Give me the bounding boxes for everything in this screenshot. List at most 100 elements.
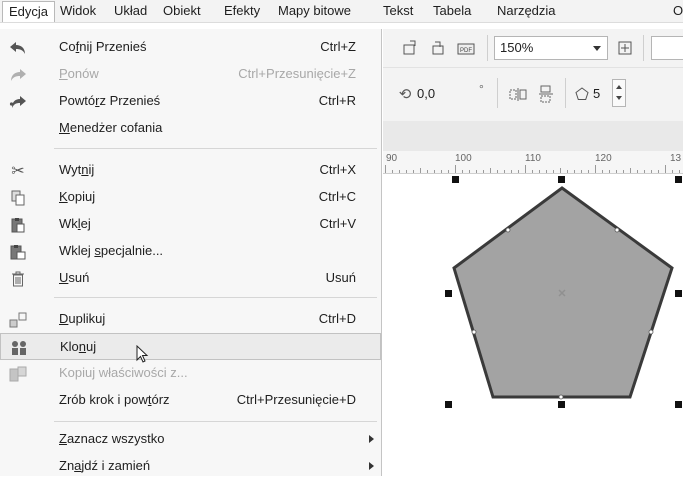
menu-item-shortcut: Ctrl+Przesunięcie+D xyxy=(236,392,356,407)
toolbar-separator xyxy=(497,78,498,108)
pdf-icon[interactable]: PDF xyxy=(457,39,475,57)
ruler-tick xyxy=(392,170,393,173)
menu-tabela[interactable]: Tabela xyxy=(433,3,471,19)
ruler-label: 100 xyxy=(455,153,472,164)
ruler-tick xyxy=(609,170,610,173)
selection-handle-sw[interactable] xyxy=(445,401,452,408)
ruler-label: 120 xyxy=(595,153,612,164)
polygon-sides-value[interactable]: 5 xyxy=(593,86,600,101)
horizontal-ruler: 90 100 110 120 13 xyxy=(383,151,683,174)
menu-item-label: Powtórz Przenieś xyxy=(59,93,161,108)
menu-tekst[interactable]: Tekst xyxy=(383,3,413,19)
menu-widok[interactable]: Widok xyxy=(60,3,96,19)
menu-item-label: Kopiuj xyxy=(59,189,96,204)
ruler-tick xyxy=(476,170,477,173)
ruler-tick xyxy=(616,170,617,173)
menu-item-paste[interactable]: Wklej Ctrl+V xyxy=(0,211,381,238)
rotation-value[interactable]: 0,0 xyxy=(417,86,435,101)
sides-spinner[interactable] xyxy=(612,79,626,107)
menu-item-select-all[interactable]: Zaznacz wszystko xyxy=(0,426,381,453)
repeat-icon xyxy=(8,93,28,111)
degree-symbol: ° xyxy=(479,82,484,96)
menu-item-repeat[interactable]: Powtórz Przenieś Ctrl+R xyxy=(0,88,381,115)
ruler-tick xyxy=(490,168,491,173)
ruler-tick xyxy=(448,170,449,173)
tab-bar xyxy=(383,121,683,151)
ruler-tick xyxy=(469,170,470,173)
menu-separator xyxy=(54,148,377,149)
menu-item-label: Kopiuj właściwości z... xyxy=(59,365,188,380)
menu-item-shortcut: Usuń xyxy=(325,270,356,285)
menu-item-clone[interactable]: Klonuj xyxy=(0,333,381,363)
submenu-arrow-icon xyxy=(369,435,374,443)
ruler-tick xyxy=(525,165,526,173)
ruler-tick xyxy=(462,170,463,173)
menu-overflow[interactable]: O xyxy=(673,3,683,19)
menu-item-shortcut: Ctrl+R xyxy=(318,93,356,108)
menu-item-redo[interactable]: Ponów Ctrl+Przesunięcie+Z xyxy=(0,61,381,88)
menu-item-label: Wytnij xyxy=(59,162,95,177)
fullscreen-preview-icon[interactable] xyxy=(616,39,634,57)
menu-item-undo-manager[interactable]: Menedżer cofania xyxy=(0,115,381,142)
selection-handle-ne[interactable] xyxy=(675,176,682,183)
paste-special-icon xyxy=(8,243,28,261)
ruler-tick xyxy=(427,170,428,173)
ruler-tick xyxy=(637,170,638,173)
ruler-tick xyxy=(602,170,603,173)
export-icon[interactable] xyxy=(429,39,447,57)
selection-handle-se[interactable] xyxy=(675,401,682,408)
property-bar: ⟲ 0,0 ° 5 xyxy=(383,67,683,122)
menu-item-duplicate[interactable]: Duplikuj Ctrl+D xyxy=(0,306,381,333)
menu-item-label: Zrób krok i powtórz xyxy=(59,392,170,407)
ruler-tick xyxy=(553,170,554,173)
menu-item-step-and-repeat[interactable]: Zrób krok i powtórz Ctrl+Przesunięcie+D xyxy=(0,387,381,414)
menu-item-copy-properties[interactable]: Kopiuj właściwości z... xyxy=(0,360,381,387)
ruler-tick xyxy=(441,170,442,173)
menu-separator xyxy=(54,297,377,298)
menu-item-cut[interactable]: ✂ Wytnij Ctrl+X xyxy=(0,157,381,184)
menu-item-delete[interactable]: Usuń Usuń xyxy=(0,265,381,292)
menu-item-label: Wklej specjalnie... xyxy=(59,243,164,258)
menu-narzedzia[interactable]: Narzędzia xyxy=(497,3,556,19)
ruler-tick xyxy=(665,165,666,173)
menu-item-label: Usuń xyxy=(59,270,90,285)
menu-item-shortcut: Ctrl+X xyxy=(319,162,356,177)
menu-edycja[interactable]: Edycja xyxy=(2,1,56,22)
toolbar-separator xyxy=(565,78,566,108)
selection-handle-s[interactable] xyxy=(558,401,565,408)
zoom-dropdown[interactable]: 150% xyxy=(494,36,608,60)
menu-item-undo[interactable]: Cofnij Przenieś Ctrl+Z xyxy=(0,34,381,61)
clone-icon xyxy=(9,339,29,357)
ruler-label: 110 xyxy=(525,153,541,164)
menu-item-paste-special[interactable]: Wklej specjalnie... xyxy=(0,238,381,265)
snap-dropdown[interactable] xyxy=(651,36,683,60)
ruler-tick xyxy=(406,170,407,173)
import-icon[interactable] xyxy=(401,39,419,57)
mirror-vertical-icon[interactable] xyxy=(537,85,555,103)
drawing-canvas[interactable] xyxy=(383,174,683,476)
ruler-label: 90 xyxy=(386,153,398,164)
ruler-tick xyxy=(532,170,533,173)
scissors-icon: ✂ xyxy=(11,163,25,180)
menu-mapy-bitowe[interactable]: Mapy bitowe xyxy=(278,3,351,19)
menu-uklad[interactable]: Układ xyxy=(114,3,147,19)
mirror-horizontal-icon[interactable] xyxy=(509,85,527,103)
copy-icon xyxy=(8,189,28,207)
menu-item-label: Menedżer cofania xyxy=(59,120,163,135)
ruler-tick xyxy=(511,170,512,173)
zoom-value: 150% xyxy=(500,40,534,55)
menu-obiekt[interactable]: Obiekt xyxy=(163,3,201,19)
selection-handle-nw[interactable] xyxy=(452,176,459,183)
ruler-tick xyxy=(420,168,421,173)
selection-handle-w[interactable] xyxy=(445,290,452,297)
paste-icon xyxy=(8,216,28,234)
selection-handle-n[interactable] xyxy=(558,176,565,183)
ruler-tick xyxy=(413,170,414,173)
edit-dropdown-menu: Cofnij Przenieś Ctrl+Z Ponów Ctrl+Przesu… xyxy=(0,29,382,476)
ruler-tick xyxy=(455,165,456,173)
menu-item-copy[interactable]: Kopiuj Ctrl+C xyxy=(0,184,381,211)
menu-item-label: Zaznacz wszystko xyxy=(59,431,165,446)
menu-separator xyxy=(54,421,377,422)
selection-handle-e[interactable] xyxy=(675,290,682,297)
menu-efekty[interactable]: Efekty xyxy=(224,3,260,19)
